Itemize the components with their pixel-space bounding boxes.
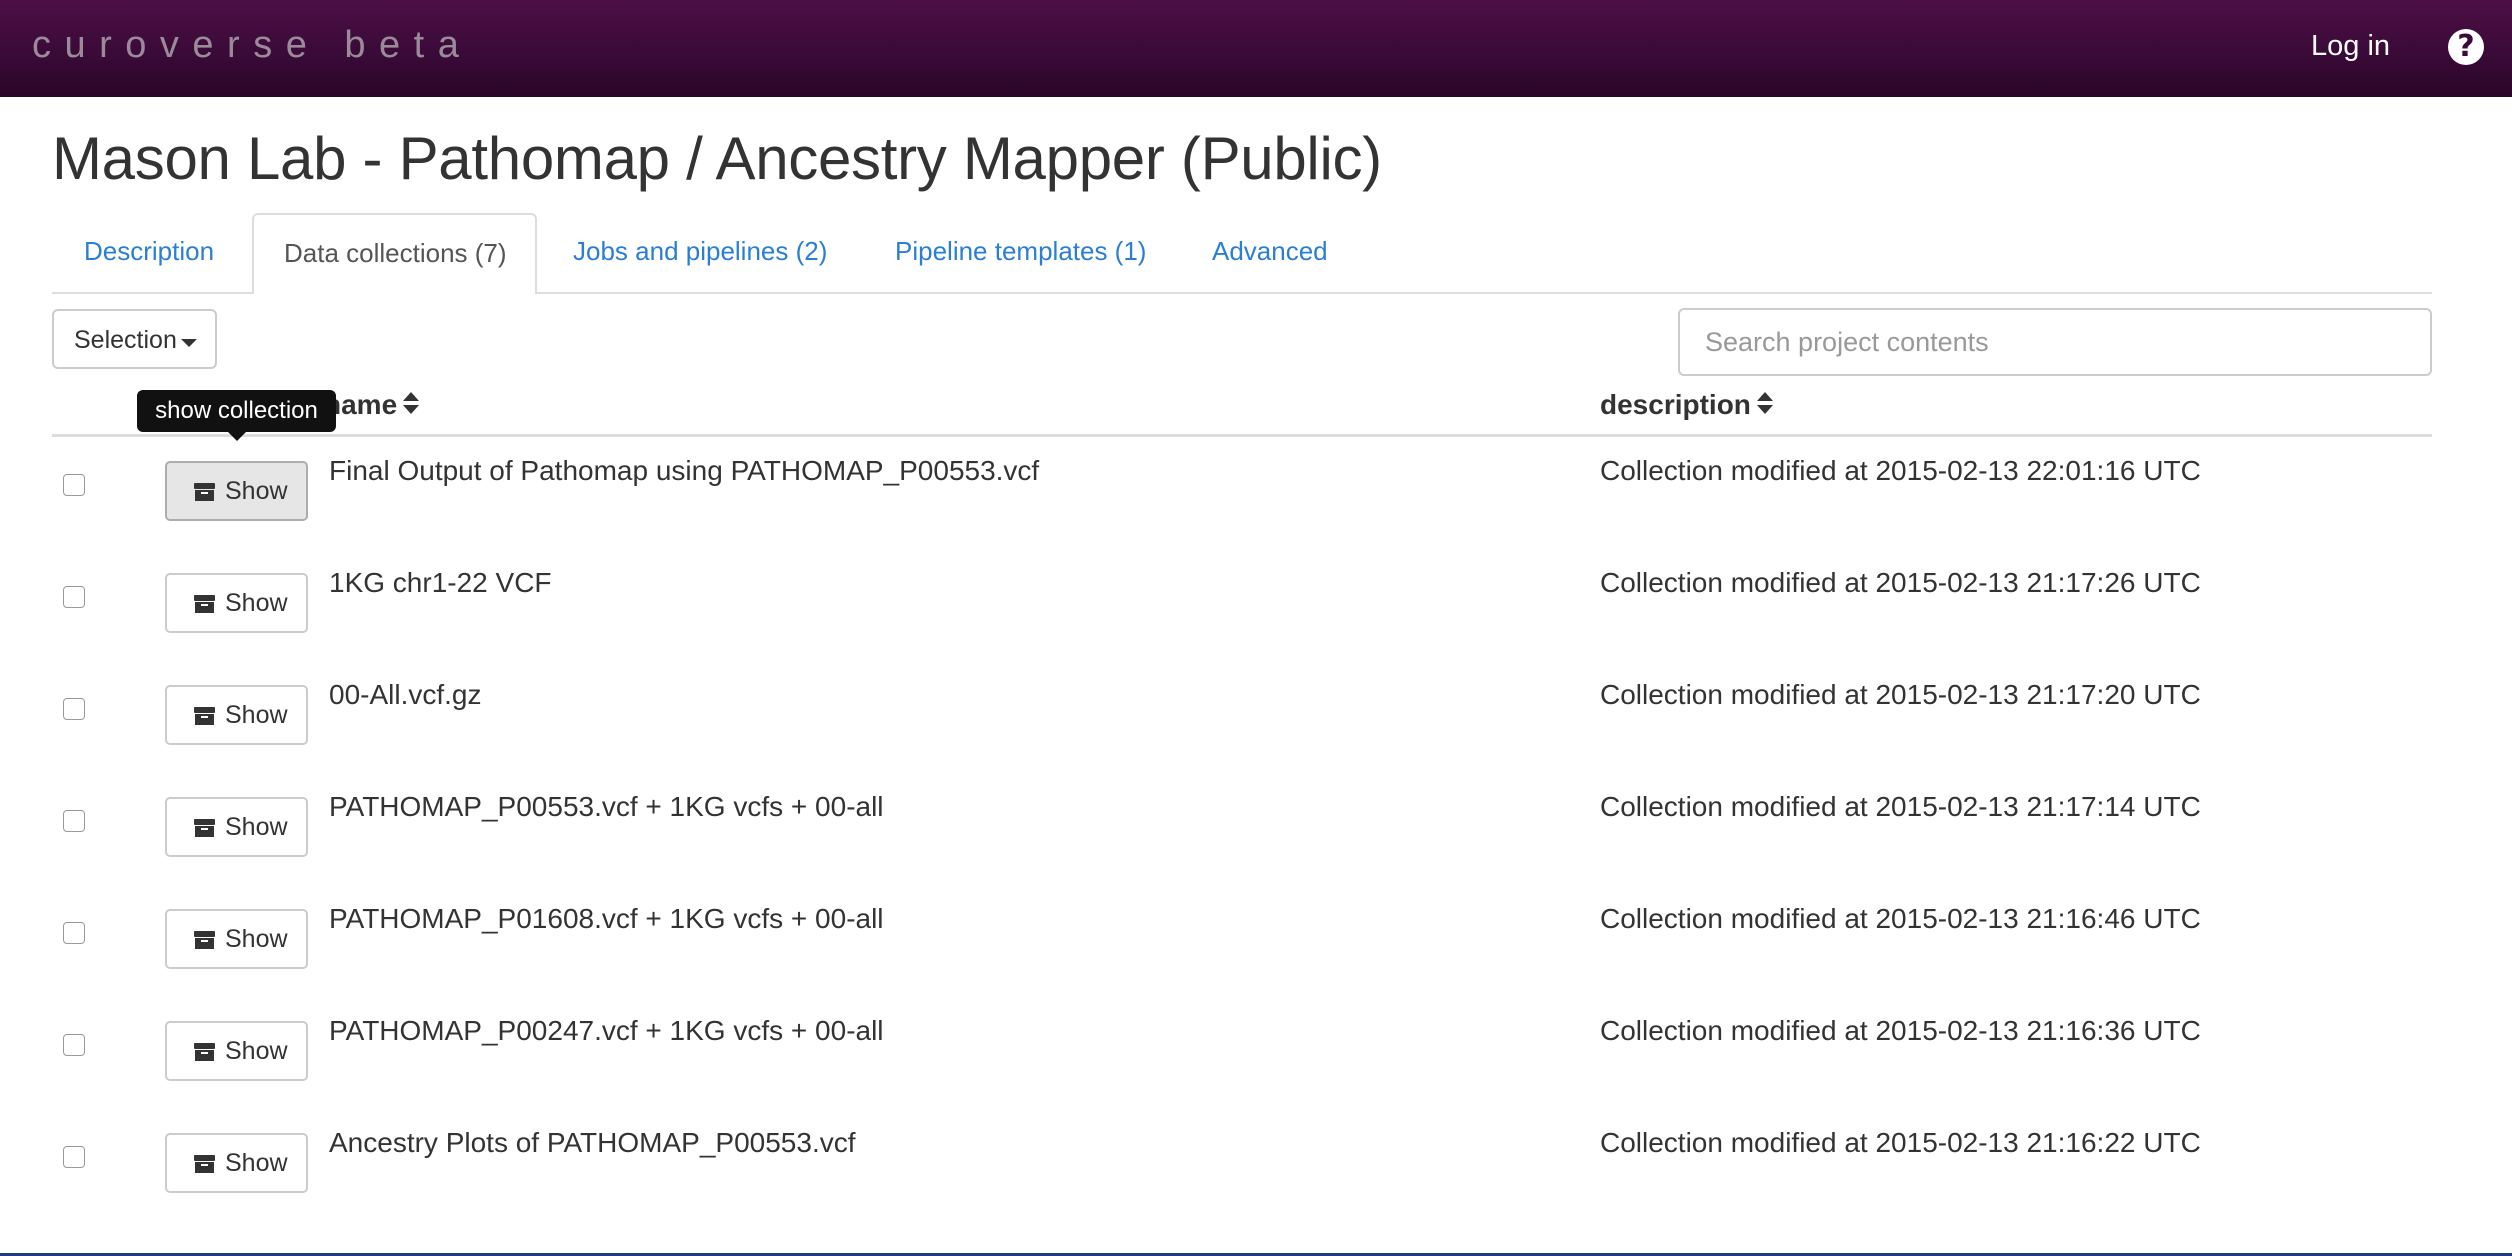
question-circle-icon[interactable]: ?: [2448, 29, 2484, 65]
show-collection-button[interactable]: Show: [165, 573, 308, 633]
collection-name: PATHOMAP_P00247.vcf + 1KG vcfs + 00-all: [329, 1015, 884, 1046]
collection-name: Ancestry Plots of PATHOMAP_P00553.vcf: [329, 1127, 856, 1158]
sort-icon: [403, 391, 420, 416]
archive-icon: [194, 595, 215, 613]
table-row: Show PATHOMAP_P00247.vcf + 1KG vcfs + 00…: [52, 1007, 2432, 1119]
table-row: Show PATHOMAP_P01608.vcf + 1KG vcfs + 00…: [52, 895, 2432, 1007]
archive-icon: [194, 707, 215, 725]
column-header-label: description: [1600, 389, 1751, 420]
collection-description: Collection modified at 2015-02-13 21:16:…: [1600, 1127, 2201, 1158]
tooltip-arrow: [228, 432, 246, 441]
row-checkbox[interactable]: [63, 810, 85, 832]
archive-icon: [194, 1043, 215, 1061]
collection-description: Collection modified at 2015-02-13 21:16:…: [1600, 1015, 2201, 1046]
collection-description: Collection modified at 2015-02-13 21:17:…: [1600, 679, 2201, 710]
row-checkbox[interactable]: [63, 922, 85, 944]
tab-label: Data collections (7): [284, 238, 507, 268]
show-collection-button[interactable]: Show: [165, 909, 308, 969]
collection-name: 1KG chr1-22 VCF: [329, 567, 552, 598]
show-button-label: Show: [225, 701, 288, 729]
login-link[interactable]: Log in: [2311, 30, 2390, 63]
table-row: Show PATHOMAP_P00553.vcf + 1KG vcfs + 00…: [52, 783, 2432, 895]
column-header-description[interactable]: description: [1600, 389, 1773, 421]
archive-icon: [194, 483, 215, 501]
collection-name: 00-All.vcf.gz: [329, 679, 482, 710]
show-collection-button[interactable]: Show: [165, 685, 308, 745]
show-button-label: Show: [225, 813, 288, 841]
tab-jobs-and-pipelines[interactable]: Jobs and pipelines (2): [573, 236, 827, 267]
tab-pipeline-templates[interactable]: Pipeline templates (1): [895, 236, 1146, 267]
collection-name: Final Output of Pathomap using PATHOMAP_…: [329, 455, 1040, 486]
show-collection-button[interactable]: Show: [165, 1021, 308, 1081]
collection-description: Collection modified at 2015-02-13 21:17:…: [1600, 791, 2201, 822]
column-header-name[interactable]: name: [324, 389, 420, 421]
tab-advanced[interactable]: Advanced: [1212, 236, 1328, 267]
show-button-label: Show: [225, 1037, 288, 1065]
row-checkbox[interactable]: [63, 1146, 85, 1168]
search-input[interactable]: [1678, 308, 2432, 376]
row-checkbox[interactable]: [63, 586, 85, 608]
table-row: Show Ancestry Plots of PATHOMAP_P00553.v…: [52, 1119, 2432, 1231]
table-header-divider: [52, 434, 2432, 437]
tab-description[interactable]: Description: [84, 236, 214, 267]
table-row: Show 00-All.vcf.gz Collection modified a…: [52, 671, 2432, 783]
archive-icon: [194, 819, 215, 837]
collection-name: PATHOMAP_P01608.vcf + 1KG vcfs + 00-all: [329, 903, 884, 934]
archive-icon: [194, 1155, 215, 1173]
brand-logo[interactable]: curoverse beta: [32, 24, 472, 67]
collection-description: Collection modified at 2015-02-13 21:17:…: [1600, 567, 2201, 598]
collection-description: Collection modified at 2015-02-13 21:16:…: [1600, 903, 2201, 934]
show-button-label: Show: [225, 925, 288, 953]
top-navbar: curoverse beta Log in ?: [0, 0, 2512, 97]
table-row: Show Final Output of Pathomap using PATH…: [52, 447, 2432, 559]
show-collection-button[interactable]: Show: [165, 461, 308, 521]
show-collection-button[interactable]: Show: [165, 1133, 308, 1193]
table-row: Show 1KG chr1-22 VCF Collection modified…: [52, 559, 2432, 671]
sort-icon: [1756, 391, 1773, 416]
row-checkbox[interactable]: [63, 1034, 85, 1056]
show-collection-button[interactable]: Show: [165, 797, 308, 857]
caret-down-icon: [181, 339, 197, 347]
row-checkbox[interactable]: [63, 698, 85, 720]
collection-description: Collection modified at 2015-02-13 22:01:…: [1600, 455, 2201, 486]
archive-icon: [194, 931, 215, 949]
show-button-label: Show: [225, 477, 288, 505]
tooltip: show collection: [137, 390, 336, 432]
show-button-label: Show: [225, 589, 288, 617]
tab-data-collections[interactable]: Data collections (7): [252, 213, 537, 294]
page-title: Mason Lab - Pathomap / Ancestry Mapper (…: [52, 125, 1382, 192]
collection-name: PATHOMAP_P00553.vcf + 1KG vcfs + 00-all: [329, 791, 884, 822]
selection-dropdown[interactable]: Selection: [52, 309, 217, 369]
selection-label: Selection: [74, 326, 177, 354]
show-button-label: Show: [225, 1149, 288, 1177]
row-checkbox[interactable]: [63, 474, 85, 496]
